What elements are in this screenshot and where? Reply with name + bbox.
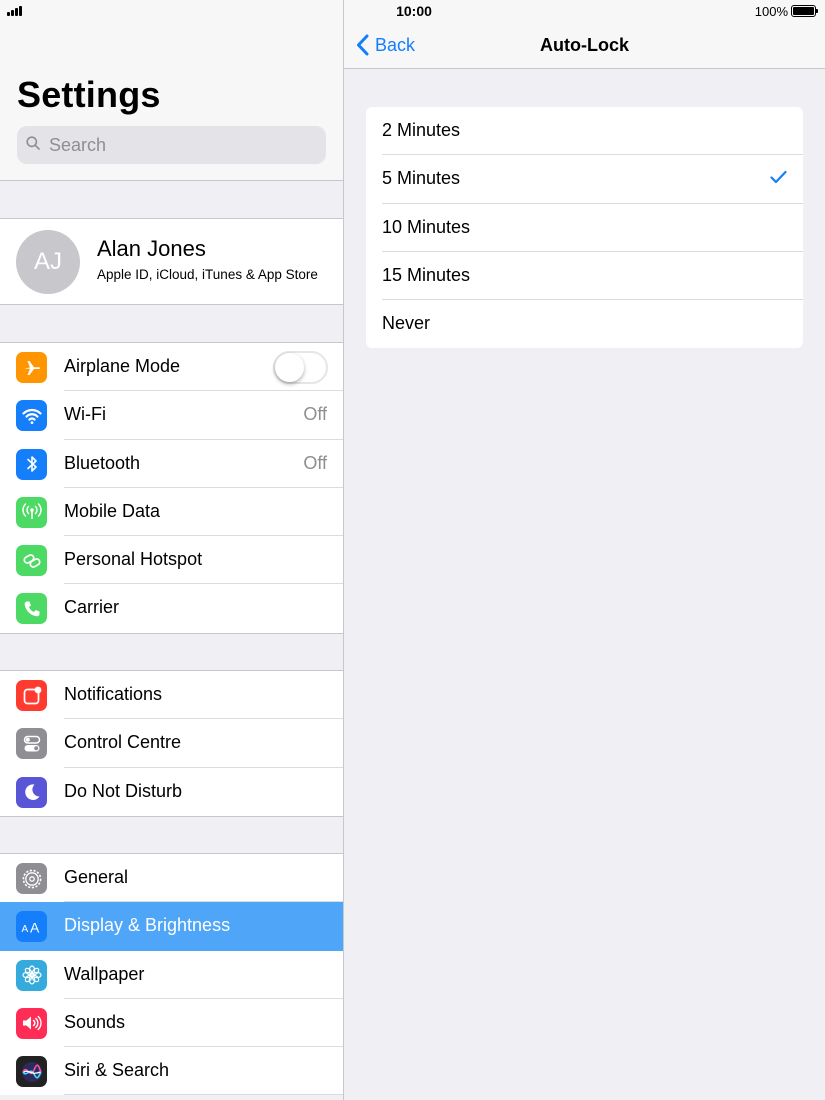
- sidebar-item-notifications[interactable]: Notifications: [0, 671, 344, 720]
- auto-lock-options: 2 Minutes 5 Minutes 10 Minutes 15 Minute…: [366, 107, 803, 349]
- battery-percentage: 100%: [754, 4, 788, 19]
- option-label: Never: [382, 313, 431, 334]
- search-input[interactable]: Search: [17, 126, 326, 164]
- sidebar-item-label: Bluetooth: [64, 452, 141, 473]
- display-icon: A A: [16, 911, 47, 943]
- sidebar-item-label: Wallpaper: [64, 963, 145, 984]
- sidebar-item-do-not-disturb[interactable]: Do Not Disturb: [0, 768, 344, 816]
- wifi-icon: [16, 400, 47, 432]
- gear-icon: [16, 863, 47, 894]
- general-group: General A A Display & Brightness Wallpap…: [0, 853, 344, 1096]
- notifications-group: Notifications Control Centre Do Not Dist…: [0, 670, 344, 817]
- avatar: AJ: [16, 230, 80, 294]
- sidebar-item-label: Display & Brightness: [64, 915, 231, 936]
- settings-sidebar: Settings Search AJ Alan Jones Apple ID, …: [0, 0, 344, 1100]
- search-icon: [26, 136, 40, 150]
- sidebar-item-label: Carrier: [64, 597, 120, 618]
- bluetooth-icon: [16, 448, 47, 480]
- svg-text:A: A: [21, 924, 28, 935]
- row-separator: [64, 1094, 344, 1096]
- checkmark-icon: [770, 171, 787, 184]
- sidebar-header: Settings Search: [0, 0, 344, 181]
- page-title: Settings: [17, 74, 161, 115]
- signal-strength-icon: [7, 6, 22, 16]
- sidebar-item-general[interactable]: General: [0, 854, 344, 903]
- option-label: 10 Minutes: [382, 216, 471, 237]
- profile-subtitle: Apple ID, iCloud, iTunes & App Store: [97, 267, 318, 282]
- sidebar-item-wallpaper[interactable]: Wallpaper: [0, 951, 344, 999]
- option-10-minutes[interactable]: 10 Minutes: [366, 204, 803, 252]
- control-centre-icon: [16, 728, 47, 760]
- option-15-minutes[interactable]: 15 Minutes: [366, 252, 803, 301]
- bluetooth-status-value: Off: [303, 452, 327, 473]
- airplane-icon: [16, 352, 47, 383]
- sidebar-item-label: Wi-Fi: [64, 404, 106, 425]
- sidebar-item-label: Personal Hotspot: [64, 549, 203, 570]
- search-placeholder: Search: [49, 135, 107, 155]
- svg-text:A: A: [30, 919, 40, 935]
- sidebar-item-label: Airplane Mode: [64, 356, 181, 376]
- option-label: 2 Minutes: [382, 120, 461, 140]
- sidebar-item-label: Control Centre: [64, 732, 182, 753]
- status-bar: 10:00 100%: [0, 0, 825, 22]
- sidebar-item-control-centre[interactable]: Control Centre: [0, 719, 344, 768]
- status-time: 10:00: [396, 3, 432, 19]
- profile-name: Alan Jones: [97, 236, 206, 261]
- sidebar-item-personal-hotspot[interactable]: Personal Hotspot: [0, 536, 344, 585]
- moon-icon: [16, 776, 47, 808]
- phone-icon: [16, 593, 47, 625]
- sidebar-item-label: Mobile Data: [64, 500, 161, 521]
- sidebar-item-display-brightness[interactable]: A A Display & Brightness: [0, 902, 344, 951]
- sidebar-item-mobile-data[interactable]: Mobile Data: [0, 488, 344, 537]
- option-never[interactable]: Never: [366, 300, 803, 348]
- sidebar-item-carrier[interactable]: Carrier: [0, 584, 344, 632]
- auto-lock-detail: Back Auto-Lock 2 Minutes 5 Minutes 10 Mi…: [344, 0, 825, 1100]
- speaker-icon: [16, 1007, 47, 1039]
- siri-icon: [16, 1056, 47, 1088]
- sidebar-item-label: Do Not Disturb: [64, 780, 183, 801]
- sidebar-item-label: Siri & Search: [64, 1060, 170, 1081]
- option-label: 15 Minutes: [382, 264, 471, 285]
- option-label: 5 Minutes: [382, 168, 461, 189]
- notifications-icon: [16, 680, 47, 711]
- airplane-mode-toggle[interactable]: [273, 351, 328, 384]
- sidebar-item-siri-search[interactable]: Siri & Search: [0, 1047, 344, 1096]
- hotspot-icon: [16, 545, 47, 577]
- sidebar-item-label: Notifications: [64, 684, 163, 704]
- sidebar-item-bluetooth[interactable]: Bluetooth Off: [0, 440, 344, 488]
- connectivity-group: Airplane Mode Wi-Fi Off Bluetooth Off Mo…: [0, 342, 344, 634]
- battery-icon: [791, 5, 818, 17]
- apple-id-profile[interactable]: AJ Alan Jones Apple ID, iCloud, iTunes &…: [0, 218, 344, 305]
- option-2-minutes[interactable]: 2 Minutes: [366, 107, 803, 156]
- option-5-minutes[interactable]: 5 Minutes: [366, 155, 803, 204]
- antenna-icon: [16, 496, 47, 528]
- sidebar-item-sounds[interactable]: Sounds: [0, 999, 344, 1048]
- wifi-status-value: Off: [303, 404, 327, 425]
- nav-title: Auto-Lock: [540, 35, 629, 55]
- sidebar-item-label: Sounds: [64, 1011, 126, 1032]
- toggle-knob: [275, 353, 304, 382]
- wallpaper-icon: [16, 959, 47, 991]
- sidebar-item-label: General: [64, 867, 129, 887]
- sidebar-item-airplane-mode[interactable]: Airplane Mode: [0, 343, 344, 392]
- sidebar-item-wifi[interactable]: Wi-Fi Off: [0, 391, 344, 440]
